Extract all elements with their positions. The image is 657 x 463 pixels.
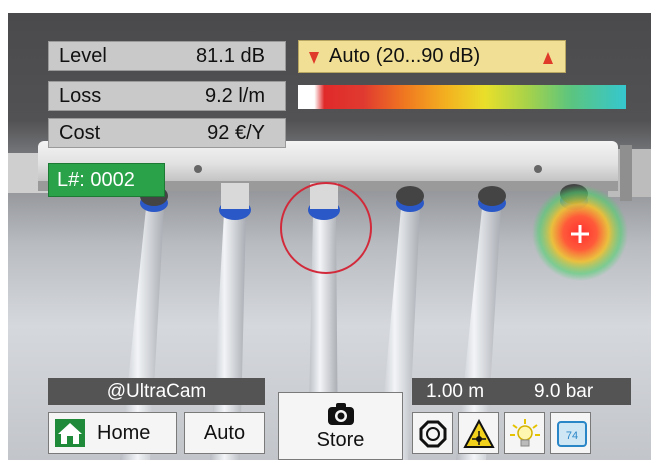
camera-icon	[328, 403, 354, 425]
cost-value: 92 €/Y	[207, 122, 265, 144]
loss-value: 9.2 l/m	[204, 85, 265, 107]
home-label: Home	[97, 422, 151, 444]
auto-button[interactable]: Auto	[184, 412, 265, 454]
laser-warning-icon	[463, 418, 495, 448]
camera-name-bar: @UltraCam	[48, 378, 265, 405]
leak-id-badge: L#: 0002	[48, 163, 165, 197]
leak-id-label: L#: 0002	[57, 169, 135, 191]
display-icon: 74	[557, 421, 587, 447]
level-value: 81.1 dB	[196, 45, 265, 67]
loss-row: Loss 9.2 l/m	[48, 81, 286, 111]
store-button[interactable]: Store	[278, 392, 403, 460]
cost-label: Cost	[59, 122, 101, 144]
color-scale-bar	[298, 85, 626, 109]
home-icon	[55, 419, 85, 447]
laser-button[interactable]	[458, 412, 499, 454]
light-bulb-icon	[510, 419, 540, 447]
light-button[interactable]	[504, 412, 545, 454]
level-row: Level 81.1 dB	[48, 41, 286, 71]
settings-button[interactable]	[412, 412, 453, 454]
range-label: Auto (20...90 dB)	[329, 45, 481, 67]
auto-label: Auto	[203, 422, 246, 444]
cost-row: Cost 92 €/Y	[48, 118, 286, 148]
store-label: Store	[316, 429, 365, 451]
gear-icon	[419, 420, 447, 448]
camera-view: Level 81.1 dB Loss 9.2 l/m Cost 92 €/Y A…	[8, 13, 651, 460]
pressure-value: 9.0 bar	[534, 381, 594, 402]
distance-value: 1.00 m	[426, 381, 485, 402]
level-label: Level	[59, 45, 107, 67]
range-down-icon[interactable]	[309, 52, 319, 64]
display-button[interactable]: 74	[550, 412, 591, 454]
range-selector[interactable]: Auto (20...90 dB)	[298, 40, 566, 73]
range-up-icon[interactable]	[543, 52, 553, 64]
display-value: 74	[566, 430, 578, 442]
loss-label: Loss	[59, 85, 102, 107]
readout-bar: 1.00 m 9.0 bar	[412, 378, 631, 405]
home-button[interactable]: Home	[48, 412, 177, 454]
